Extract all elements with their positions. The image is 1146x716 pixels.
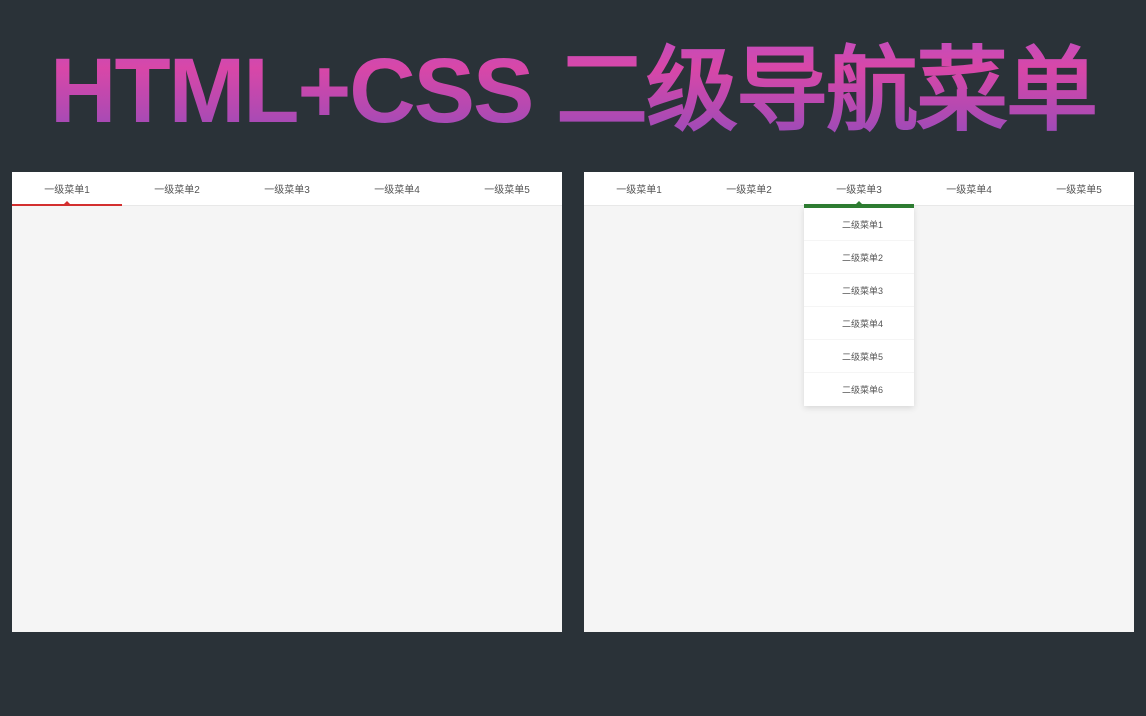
dropdown-item-label: 二级菜单5	[842, 350, 883, 363]
dropdown-item-3[interactable]: 二级菜单3	[804, 274, 914, 307]
nav-item-label: 一级菜单3	[264, 181, 310, 196]
dropdown-item-4[interactable]: 二级菜单4	[804, 307, 914, 340]
nav-item-label: 一级菜单5	[484, 181, 530, 196]
nav-item-3[interactable]: 一级菜单3	[232, 172, 342, 205]
nav-item-label: 一级菜单2	[154, 181, 200, 196]
nav-item-3[interactable]: 一级菜单3	[804, 172, 914, 205]
nav-item-label: 一级菜单5	[1056, 181, 1102, 196]
submenu-dropdown: 二级菜单1 二级菜单2 二级菜单3 二级菜单4 二级菜单5 二级菜单6	[804, 206, 914, 406]
dropdown-item-5[interactable]: 二级菜单5	[804, 340, 914, 373]
nav-item-1[interactable]: 一级菜单1	[584, 172, 694, 205]
nav-item-label: 一级菜单4	[374, 181, 420, 196]
dropdown-item-6[interactable]: 二级菜单6	[804, 373, 914, 406]
dropdown-item-1[interactable]: 二级菜单1	[804, 208, 914, 241]
nav-item-label: 一级菜单1	[44, 181, 90, 196]
panels-container: 一级菜单1 一级菜单2 一级菜单3 一级菜单4 一级菜单5 一级菜单1 一级菜单…	[0, 172, 1146, 632]
page-title: HTML+CSS 二级导航菜单	[0, 0, 1146, 137]
dropdown-item-label: 二级菜单1	[842, 218, 883, 231]
dropdown-item-label: 二级菜单6	[842, 383, 883, 396]
nav-item-label: 一级菜单3	[836, 181, 882, 196]
dropdown-item-label: 二级菜单3	[842, 284, 883, 297]
nav-item-label: 一级菜单2	[726, 181, 772, 196]
nav-item-4[interactable]: 一级菜单4	[914, 172, 1024, 205]
nav-item-1[interactable]: 一级菜单1	[12, 172, 122, 205]
left-nav-bar: 一级菜单1 一级菜单2 一级菜单3 一级菜单4 一级菜单5	[12, 172, 562, 206]
nav-item-2[interactable]: 一级菜单2	[122, 172, 232, 205]
nav-item-4[interactable]: 一级菜单4	[342, 172, 452, 205]
left-panel: 一级菜单1 一级菜单2 一级菜单3 一级菜单4 一级菜单5	[12, 172, 562, 632]
dropdown-item-label: 二级菜单2	[842, 251, 883, 264]
nav-item-5[interactable]: 一级菜单5	[452, 172, 562, 205]
right-panel: 一级菜单1 一级菜单2 一级菜单3 一级菜单4 一级菜单5 二级菜单1 二级菜单…	[584, 172, 1134, 632]
dropdown-item-2[interactable]: 二级菜单2	[804, 241, 914, 274]
nav-item-5[interactable]: 一级菜单5	[1024, 172, 1134, 205]
nav-item-label: 一级菜单1	[616, 181, 662, 196]
dropdown-item-label: 二级菜单4	[842, 317, 883, 330]
right-nav-bar: 一级菜单1 一级菜单2 一级菜单3 一级菜单4 一级菜单5	[584, 172, 1134, 206]
nav-item-2[interactable]: 一级菜单2	[694, 172, 804, 205]
nav-item-label: 一级菜单4	[946, 181, 992, 196]
